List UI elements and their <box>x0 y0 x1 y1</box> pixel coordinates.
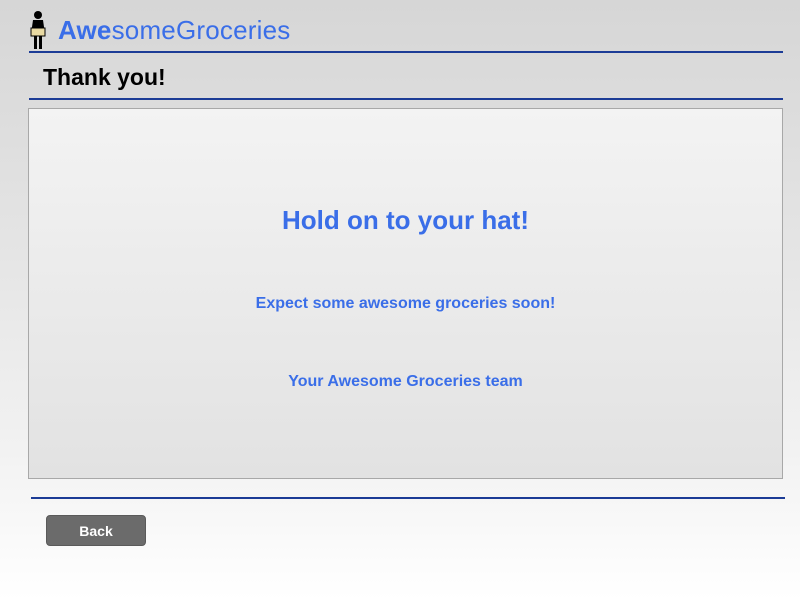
header-divider <box>29 51 783 53</box>
app-header: AwesomeGroceries <box>28 10 290 50</box>
confirmation-panel: Hold on to your hat! Expect some awesome… <box>28 108 783 479</box>
grocer-figure-icon <box>30 11 46 49</box>
brand-bold-part: Awe <box>58 15 112 45</box>
confirmation-message: Expect some awesome groceries soon! <box>255 295 556 312</box>
brand-rest-part: someGroceries <box>111 15 291 45</box>
back-button[interactable]: Back <box>46 515 146 546</box>
team-signature: Your Awesome Groceries team <box>288 373 523 390</box>
brand-logo-text: AwesomeGroceries <box>58 17 290 43</box>
page-title: Thank you! <box>43 64 166 90</box>
confirmation-headline: Hold on to your hat! <box>282 205 529 235</box>
footer-divider <box>31 497 785 499</box>
title-divider <box>29 98 783 100</box>
